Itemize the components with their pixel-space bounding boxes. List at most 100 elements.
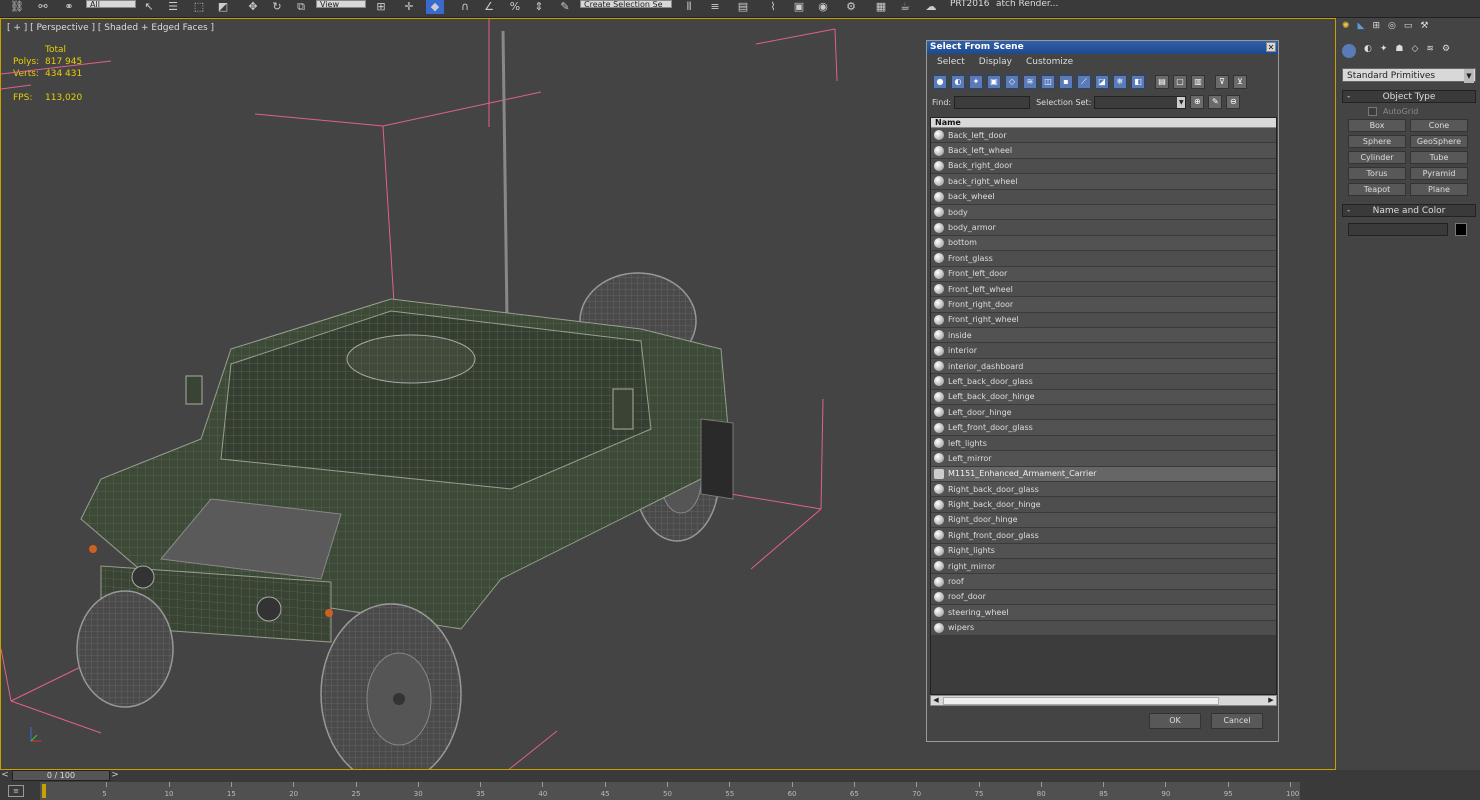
display-space-warps-icon[interactable]: ≋ (1023, 75, 1037, 89)
chevron-down-icon[interactable]: ▼ (1464, 69, 1474, 83)
mini-curve-editor-icon[interactable]: ≡ (8, 785, 24, 797)
display-geometry-icon[interactable]: ● (933, 75, 947, 89)
list-item[interactable]: steering_wheel (931, 605, 1276, 621)
select-all-icon[interactable]: ▤ (1155, 75, 1169, 89)
render-setup-icon[interactable]: ⚙ (842, 0, 860, 14)
autogrid-checkbox[interactable] (1368, 106, 1377, 116)
named-selection-sets-dropdown[interactable]: Create Selection Se (580, 0, 672, 9)
edit-selection-set-icon[interactable]: ✎ (1208, 95, 1223, 109)
pivot-center-icon[interactable]: ⊞ (372, 0, 390, 14)
find-input[interactable] (954, 95, 1031, 109)
scroll-right-icon[interactable]: ▶ (1266, 696, 1276, 705)
remove-selection-set-icon[interactable]: ⊖ (1226, 95, 1241, 109)
mirror-icon[interactable]: ⫴ (680, 0, 698, 14)
list-item[interactable]: back_wheel (931, 189, 1276, 205)
render-iterative-icon[interactable]: ☁ (922, 0, 940, 14)
display-helpers-icon[interactable]: ◇ (1005, 75, 1019, 89)
selection-filter-dropdown[interactable]: All (86, 0, 136, 9)
scrollbar-thumb[interactable] (943, 697, 1219, 705)
space-warps-icon[interactable]: ≋ (1426, 44, 1434, 62)
time-slider[interactable]: 0 / 100 (12, 770, 110, 781)
display-xrefs-icon[interactable]: ▪ (1059, 75, 1073, 89)
name-and-color-rollout-header[interactable]: - Name and Color (1342, 204, 1476, 217)
display-tab-icon[interactable]: ▭ (1404, 21, 1413, 35)
motion-tab-icon[interactable]: ◎ (1388, 21, 1396, 35)
menu-customize[interactable]: Customize (1026, 57, 1073, 67)
list-item[interactable]: interior_dashboard (931, 358, 1276, 375)
utilities-tab-icon[interactable]: ⚒ (1420, 21, 1428, 35)
rotate-icon[interactable]: ↻ (268, 0, 286, 14)
bind-space-warp-icon[interactable]: ⚭ (60, 0, 78, 14)
dialog-title-bar[interactable]: Select From Scene ✕ (927, 41, 1278, 54)
hierarchy-tab-icon[interactable]: ⊞ (1372, 21, 1380, 35)
primitive-category-dropdown[interactable]: Standard Primitives ▼ (1342, 68, 1476, 83)
list-item[interactable]: back_right_wheel (931, 174, 1276, 190)
collapse-icon[interactable]: - (1347, 91, 1350, 103)
list-item[interactable]: interior (931, 343, 1276, 359)
collapse-icon[interactable]: - (1347, 205, 1350, 217)
pyramid-button[interactable]: Pyramid (1410, 167, 1468, 180)
track-bar[interactable]: ≡ 5 10 15 20 25 30 35 40 45 50 55 60 65 70 75 80 85 90 95 1… (0, 782, 1480, 800)
object-color-swatch[interactable] (1455, 223, 1467, 236)
batch-render-button[interactable]: atch Render... (996, 0, 1058, 9)
list-item[interactable]: bottom (931, 235, 1276, 252)
select-object-icon[interactable]: ↖ (140, 0, 158, 14)
list-item[interactable]: Front_right_door (931, 297, 1276, 313)
horizontal-scrollbar[interactable]: ◀ ▶ (930, 695, 1277, 706)
list-item[interactable]: Right_back_door_glass (931, 481, 1276, 498)
cylinder-button[interactable]: Cylinder (1348, 151, 1406, 164)
modify-tab-icon[interactable]: ◣ (1358, 21, 1365, 35)
filter-icon[interactable]: ⊽ (1215, 75, 1229, 89)
close-icon[interactable]: ✕ (1266, 42, 1276, 52)
select-manipulate-icon[interactable]: ✛ (400, 0, 418, 14)
display-bones-icon[interactable]: ⟋ (1077, 75, 1091, 89)
scene-object-list[interactable]: Name Back_left_door Back_left_wheel Back_r… (930, 117, 1277, 695)
list-item[interactable]: Front_left_wheel (931, 281, 1276, 298)
render-production-icon[interactable]: ☕ (896, 0, 914, 14)
display-cameras-icon[interactable]: ▣ (987, 75, 1001, 89)
percent-snap-icon[interactable]: % (506, 0, 524, 14)
display-shapes-icon[interactable]: ◐ (951, 75, 965, 89)
display-groups-icon[interactable]: ◫ (1041, 75, 1055, 89)
column-header-name[interactable]: Name (931, 118, 1276, 128)
window-crossing-icon[interactable]: ◩ (214, 0, 232, 14)
lights-icon[interactable]: ✦ (1380, 44, 1388, 62)
list-item[interactable]: Left_back_door_hinge (931, 389, 1276, 406)
scroll-left-icon[interactable]: ◀ (931, 696, 941, 705)
geometry-icon[interactable] (1342, 44, 1356, 58)
next-frame-icon[interactable]: > (110, 770, 120, 781)
display-lights-icon[interactable]: ✦ (969, 75, 983, 89)
list-item[interactable]: roof_door (931, 589, 1276, 606)
link-icon[interactable]: ⛓ (8, 0, 26, 14)
edit-named-selection-icon[interactable]: ✎ (556, 0, 574, 14)
menu-select[interactable]: Select (937, 57, 965, 67)
spinner-snap-icon[interactable]: ⇕ (530, 0, 548, 14)
list-item[interactable]: Front_left_door (931, 266, 1276, 282)
move-icon[interactable]: ✥ (244, 0, 262, 14)
object-name-input[interactable] (1348, 223, 1448, 236)
list-item[interactable]: Front_right_wheel (931, 312, 1276, 329)
list-item[interactable]: wipers (931, 620, 1276, 636)
current-frame-marker[interactable] (42, 784, 46, 798)
select-none-icon[interactable]: ▢ (1173, 75, 1187, 89)
list-item[interactable]: Left_back_door_glass (931, 374, 1276, 390)
cancel-button[interactable]: Cancel (1211, 713, 1263, 729)
select-invert-icon[interactable]: ▥ (1191, 75, 1205, 89)
sphere-button[interactable]: Sphere (1348, 135, 1406, 148)
select-by-name-icon[interactable]: ☰ (164, 0, 182, 14)
torus-button[interactable]: Torus (1348, 167, 1406, 180)
list-item[interactable]: roof (931, 574, 1276, 590)
schematic-view-icon[interactable]: ▣ (790, 0, 808, 14)
list-item[interactable]: body_armor (931, 220, 1276, 236)
helpers-icon[interactable]: ◇ (1411, 44, 1418, 62)
region-select-icon[interactable]: ⬚ (190, 0, 208, 14)
previous-frame-icon[interactable]: < (0, 770, 10, 781)
snaps-toggle-icon[interactable]: ∩ (456, 0, 474, 14)
scale-icon[interactable]: ⧉ (292, 0, 310, 14)
angle-snap-icon[interactable]: ∠ (480, 0, 498, 14)
box-button[interactable]: Box (1348, 119, 1406, 132)
create-tab-icon[interactable]: ✺ (1342, 21, 1350, 35)
display-hidden-icon[interactable]: ◧ (1131, 75, 1145, 89)
plane-button[interactable]: Plane (1410, 183, 1468, 196)
workspace-label[interactable]: PRT2016 (950, 0, 989, 9)
